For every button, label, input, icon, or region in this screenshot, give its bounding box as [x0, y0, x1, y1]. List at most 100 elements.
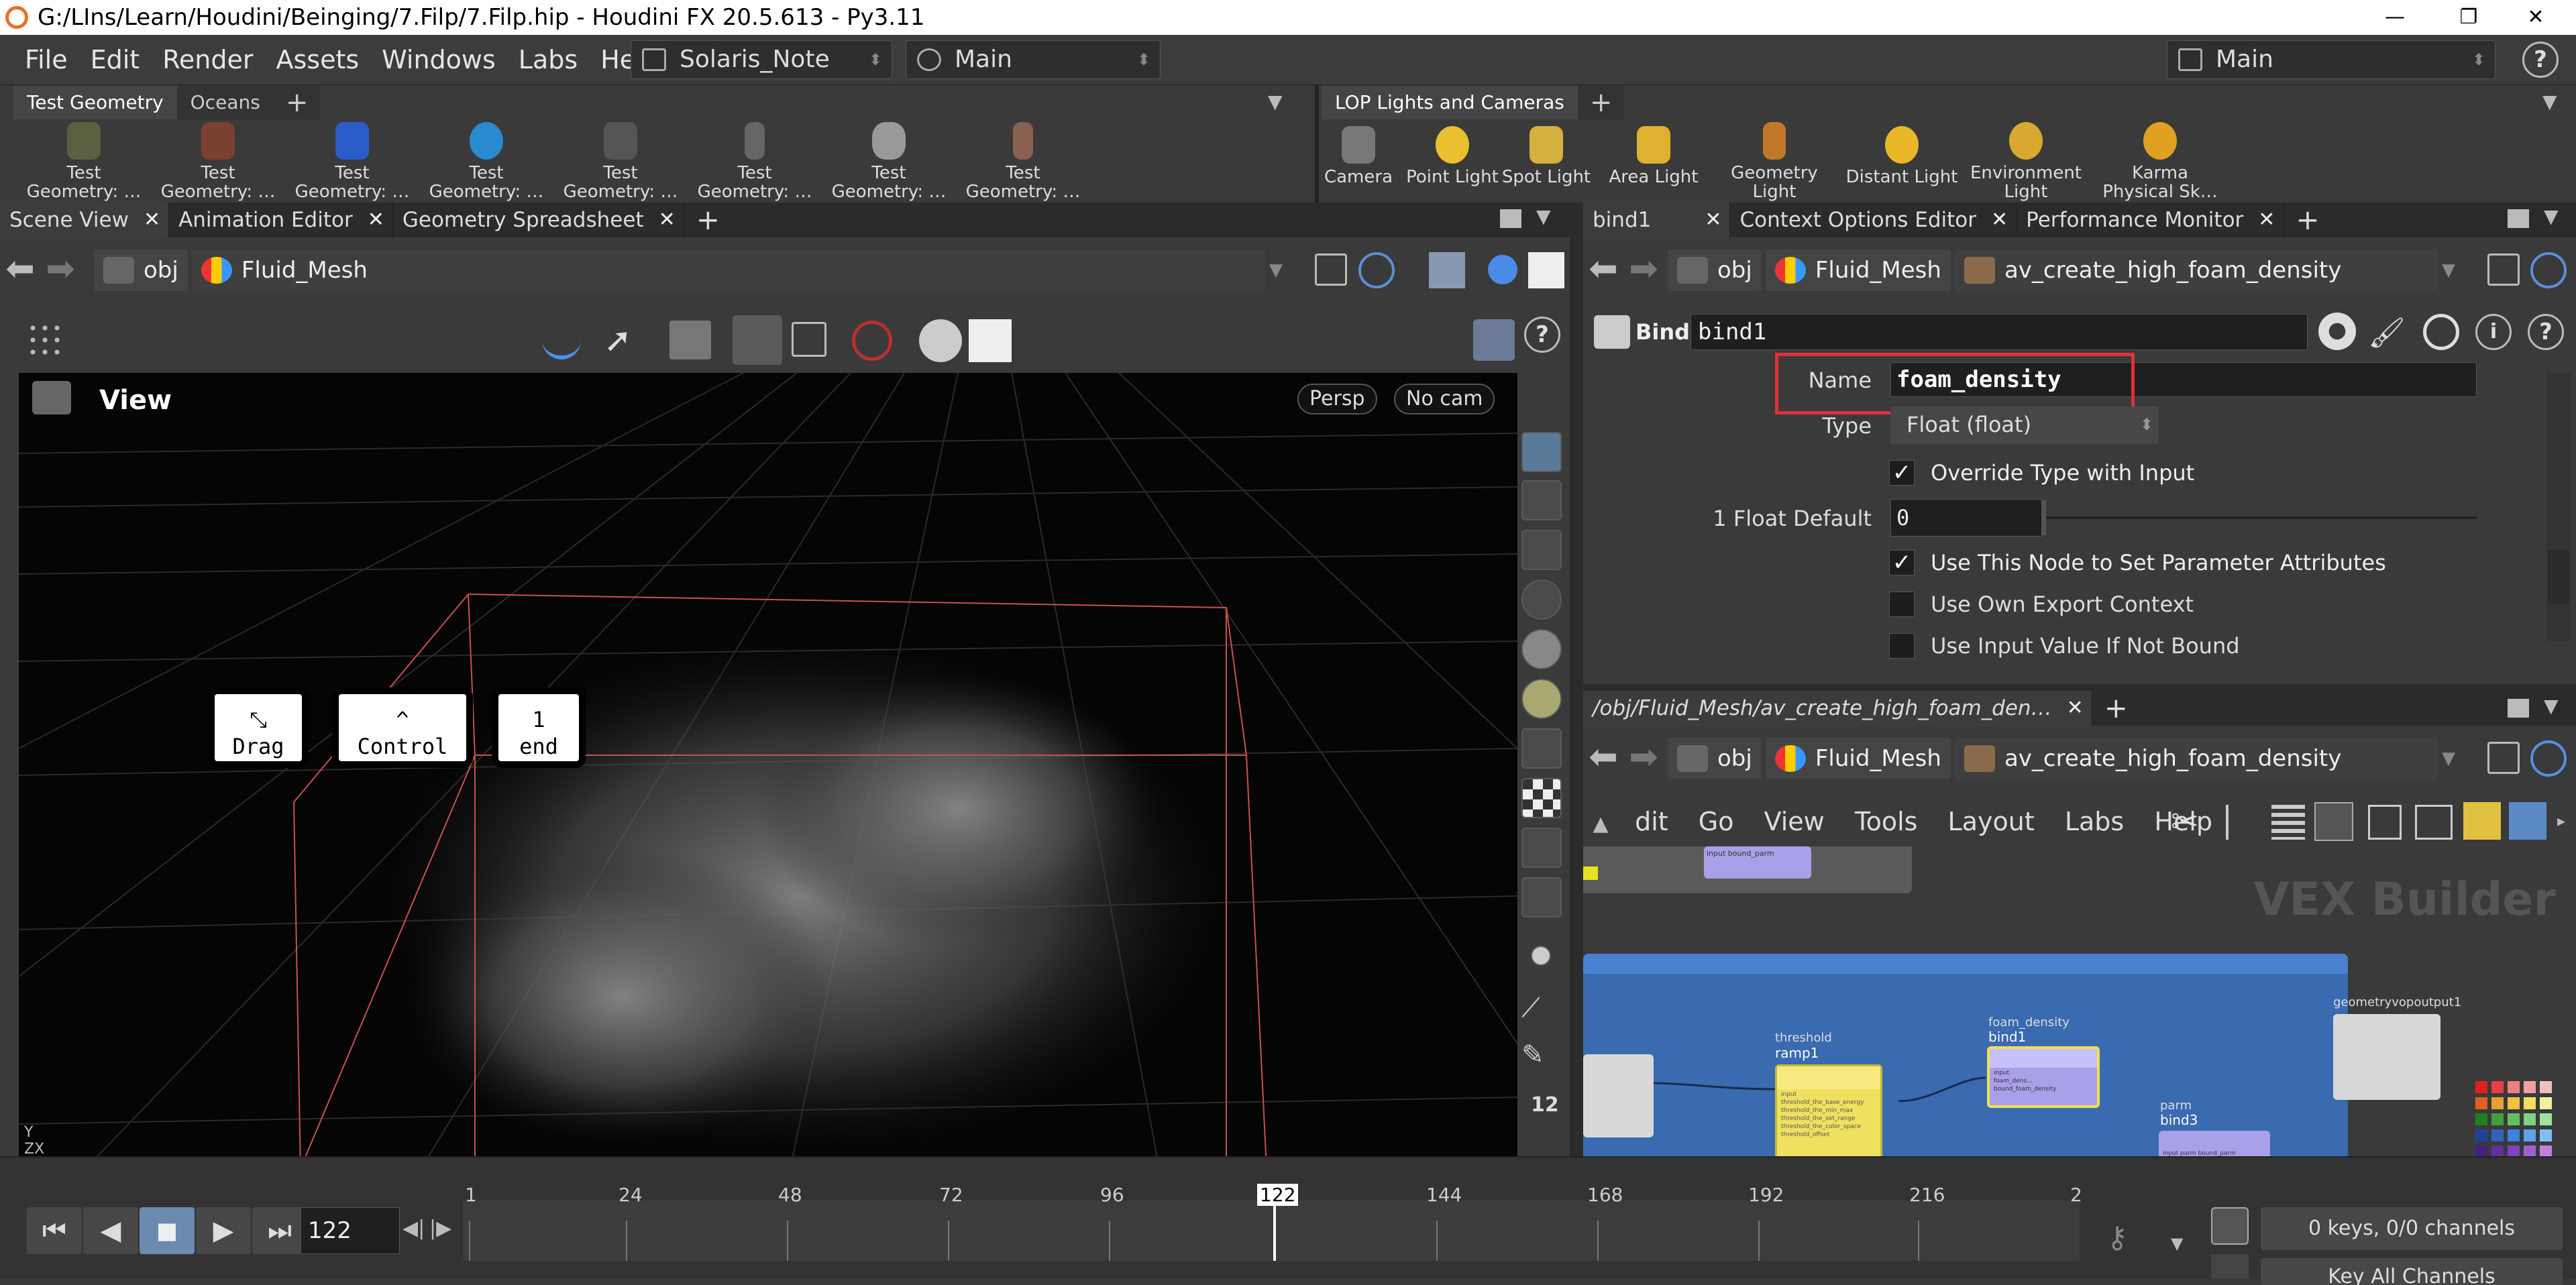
tool-karma-physical-sky[interactable]: Karma Physical Sk… — [2096, 122, 2224, 201]
minimize-button[interactable]: — — [2355, 0, 2435, 35]
viewport-help-icon[interactable]: ? — [1524, 317, 1560, 353]
pane-divider[interactable] — [1570, 203, 1583, 1156]
graph-icon[interactable] — [2211, 1254, 2249, 1278]
tool-geometry-light[interactable]: Geometry Light — [1711, 122, 1838, 201]
close-tab-icon[interactable]: ✕ — [1991, 203, 2008, 237]
visualizer-icon[interactable] — [1521, 828, 1562, 868]
menu-overflow-icon[interactable]: ▸ — [2557, 812, 2565, 830]
pin-icon[interactable] — [2487, 254, 2520, 286]
key-menu-arrow-icon[interactable]: ▼ — [2171, 1234, 2183, 1253]
shelf-tab-oceans[interactable]: Oceans — [177, 86, 274, 119]
sticky-note-icon[interactable] — [2463, 802, 2501, 840]
light-bulb-icon[interactable] — [1521, 679, 1562, 719]
maximize-pane-icon[interactable] — [2508, 699, 2529, 718]
snap-icon[interactable] — [1521, 480, 1562, 520]
node-ramp1[interactable]: input threshold_the_base_energy threshol… — [1775, 1064, 1882, 1156]
key-icon[interactable]: ⚷ — [2106, 1221, 2147, 1261]
add-pane-tab-button[interactable]: + — [2284, 203, 2331, 237]
camera-menu[interactable]: No cam — [1394, 384, 1495, 414]
back-arrow-icon[interactable]: ⬅ — [1583, 250, 1623, 290]
camera-tool-icon[interactable] — [1521, 877, 1562, 917]
net-menu-go[interactable]: Go — [1685, 797, 1748, 846]
help-icon[interactable]: ? — [2522, 42, 2559, 78]
path-dropdown-icon[interactable]: ▼ — [2442, 260, 2455, 280]
pin-icon[interactable] — [1315, 254, 1347, 286]
handle-tool-icon[interactable] — [669, 321, 711, 359]
cube-icon[interactable] — [1429, 252, 1465, 288]
menu-edit[interactable]: Edit — [79, 45, 152, 74]
net-menu-tools[interactable]: Tools — [1841, 797, 1931, 846]
close-tab-icon[interactable]: ✕ — [2258, 203, 2275, 237]
node-bind3[interactable]: input parm bound_parm — [2159, 1131, 2270, 1156]
display-options-icon[interactable] — [1473, 319, 1515, 361]
path-crumb-node[interactable]: av_create_high_foam_density — [1954, 738, 2438, 779]
menu-render[interactable]: Render — [151, 45, 264, 74]
float-default-slider-handle[interactable] — [2042, 500, 2046, 535]
forward-arrow-icon[interactable]: ➡ — [1623, 738, 1664, 779]
play-reverse-button[interactable]: ◀ — [83, 1207, 138, 1254]
menu-windows[interactable]: Windows — [370, 45, 507, 74]
net-menu-edit[interactable]: dit — [1621, 797, 1682, 846]
tool-environment-light[interactable]: Environment Light — [1962, 122, 2090, 201]
view-tool-icon[interactable] — [542, 321, 581, 359]
network-boxes-icon[interactable] — [2415, 805, 2453, 840]
path-crumb-obj[interactable]: obj — [1668, 249, 1762, 291]
frame-field[interactable]: 122 — [301, 1207, 400, 1254]
color-palette[interactable] — [2475, 1081, 2576, 1156]
brush-icon[interactable]: ⟋ — [1521, 993, 1562, 1033]
link-target-icon[interactable] — [2530, 252, 2567, 288]
back-arrow-icon[interactable]: ⬅ — [1583, 738, 1623, 779]
step-back-icon[interactable]: ◀| — [402, 1217, 425, 1240]
add-shelf-tab-button-right[interactable]: + — [1578, 86, 1625, 119]
horizontal-divider[interactable] — [1583, 684, 2576, 691]
close-tab-icon[interactable]: ✕ — [1705, 203, 1721, 237]
type-dropdown[interactable]: Float (float) ⬍ — [1890, 406, 2159, 444]
add-pane-tab-button[interactable]: + — [2092, 691, 2140, 726]
tab-bind1[interactable]: bind1 ✕ — [1583, 203, 1731, 237]
node-bind1[interactable]: input foam_dens… bound_foam_density — [1987, 1046, 2100, 1108]
shelf-menu-arrow-icon-right[interactable]: ▼ — [2542, 91, 2557, 113]
shelf-menu-arrow-icon[interactable]: ▼ — [1268, 91, 1283, 113]
close-tab-icon[interactable]: ✕ — [2067, 691, 2084, 726]
viewport[interactable]: View Persp No cam Y ZX — [19, 373, 1517, 1168]
run-mode-selector[interactable]: Main ⬍ — [2167, 40, 2496, 79]
pane-menu-arrow-icon[interactable]: ▼ — [1536, 205, 1551, 227]
jump-start-button[interactable]: ⏮ — [27, 1207, 82, 1254]
view-camera-icon[interactable] — [32, 381, 71, 414]
path-crumb-fluid-mesh[interactable]: Fluid_Mesh — [191, 249, 1265, 291]
display-layers-icon[interactable] — [1521, 432, 1562, 472]
close-circle-icon[interactable] — [1521, 579, 1562, 620]
menu-labs[interactable]: Labs — [507, 45, 589, 74]
link-target-icon[interactable] — [2530, 740, 2567, 777]
toolbar-toggle-icon[interactable]: ▲ — [1583, 799, 1618, 849]
net-menu-view[interactable]: View — [1751, 797, 1838, 846]
lock-icon[interactable] — [1521, 530, 1562, 570]
keys-status[interactable]: 0 keys, 0/0 channels — [2261, 1207, 2563, 1250]
forward-arrow-icon[interactable]: ➡ — [40, 250, 80, 290]
select-arrow-icon[interactable]: ➚ — [604, 321, 643, 359]
float-default-field[interactable]: 0 — [1890, 499, 2042, 537]
use-node-checkbox[interactable]: ✓ — [1889, 550, 1915, 575]
float-default-slider-track[interactable] — [2042, 516, 2477, 519]
info-icon[interactable]: i — [2475, 314, 2512, 350]
param-scrollbar-thumb[interactable] — [2548, 550, 2569, 604]
tool-area-light[interactable]: Area Light — [1590, 122, 1717, 199]
back-arrow-icon[interactable]: ⬅ — [0, 250, 40, 290]
tab-network-path[interactable]: /obj/Fluid_Mesh/av_create_high_foam_den…… — [1583, 691, 2092, 726]
grid-view-icon[interactable] — [2314, 802, 2353, 841]
record-icon[interactable] — [852, 321, 892, 361]
net-menu-labs[interactable]: Labs — [2051, 797, 2137, 846]
tab-scene-view[interactable]: Scene View ✕ — [0, 203, 170, 237]
paint-icon[interactable]: 🖌 — [2368, 315, 2408, 350]
override-type-checkbox[interactable]: ✓ — [1889, 460, 1915, 486]
pane-menu-arrow-icon[interactable]: ▼ — [2544, 695, 2559, 717]
path-dropdown-icon[interactable]: ▼ — [2442, 748, 2455, 769]
tool-test-geometry-4[interactable]: Test Geometry: … — [423, 122, 550, 201]
tool-test-geometry-3[interactable]: Test Geometry: … — [288, 122, 416, 201]
net-menu-layout[interactable]: Layout — [1935, 797, 2048, 846]
tool-test-geometry-5[interactable]: Test Geometry: … — [557, 122, 684, 201]
pane-menu-arrow-icon[interactable]: ▼ — [2544, 205, 2559, 227]
param-help-icon[interactable]: ? — [2528, 314, 2564, 350]
play-button[interactable]: ▶ — [196, 1207, 251, 1254]
checker-icon[interactable] — [1521, 778, 1562, 818]
